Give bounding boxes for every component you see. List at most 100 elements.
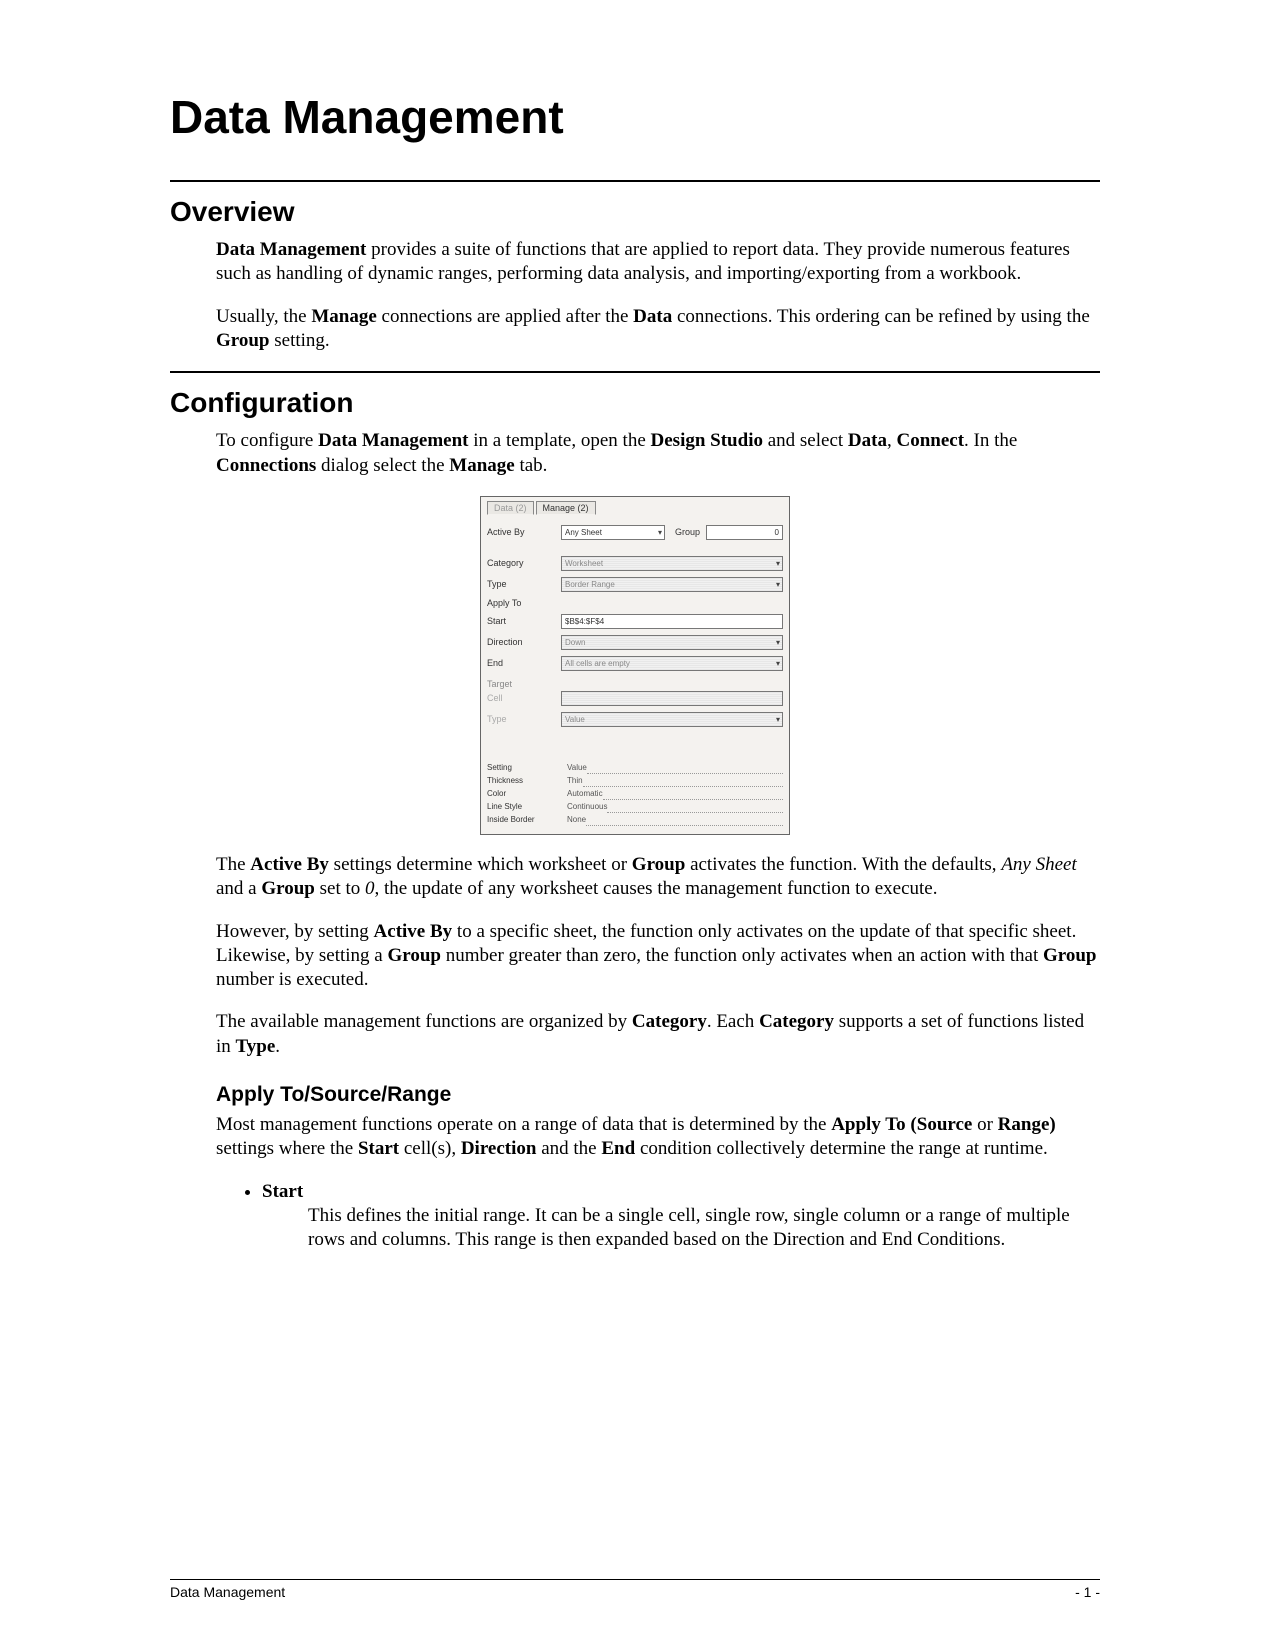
- text: or: [972, 1114, 997, 1135]
- text: Usually, the: [216, 306, 311, 327]
- label-line-style: Line Style: [487, 802, 561, 813]
- text: The available management functions are o…: [216, 1011, 632, 1032]
- text-bold: Group: [261, 878, 315, 899]
- bullet-text: This defines the initial range. It can b…: [308, 1204, 1100, 1253]
- text-bold: Group: [1043, 945, 1097, 966]
- settings-header: Setting Value: [487, 763, 783, 774]
- field-direction[interactable]: Down: [561, 635, 783, 650]
- field-cell[interactable]: [561, 691, 783, 706]
- col-value: Value: [567, 763, 587, 774]
- text-bold: Range): [998, 1114, 1056, 1135]
- footer-left: Data Management: [170, 1584, 285, 1600]
- apply-body: Most management functions operate on a r…: [216, 1113, 1100, 1162]
- label-end: End: [487, 658, 561, 668]
- config-p3: However, by setting Active By to a speci…: [216, 920, 1100, 993]
- row-type: Type Border Range: [487, 577, 783, 592]
- document-page: Data Management Overview Data Management…: [0, 0, 1275, 1650]
- label-active-by: Active By: [487, 527, 561, 537]
- text-bold: End: [601, 1138, 635, 1159]
- dialog-figure: Data (2) Manage (2) Active By Any Sheet …: [170, 496, 1100, 835]
- text-bold: Group: [216, 330, 270, 351]
- text: , the update of any worksheet causes the…: [375, 878, 938, 899]
- text: activates the function. With the default…: [685, 854, 1001, 875]
- text-bold: Type: [236, 1036, 276, 1057]
- label-target: Target: [487, 679, 783, 689]
- page-footer: Data Management - 1 -: [170, 1579, 1100, 1600]
- field-type2[interactable]: Value: [561, 712, 783, 727]
- heading-overview: Overview: [170, 196, 1100, 228]
- text-bold: Connect: [896, 430, 964, 451]
- text: settings where the: [216, 1138, 358, 1159]
- value-thickness: Thin: [567, 776, 583, 787]
- label-direction: Direction: [487, 637, 561, 647]
- text: number is executed.: [216, 969, 368, 990]
- row-category: Category Worksheet: [487, 556, 783, 571]
- text: and select: [763, 430, 848, 451]
- label-thickness: Thickness: [487, 776, 561, 787]
- text-italic: Any Sheet: [1001, 854, 1076, 875]
- text: . In the: [964, 430, 1017, 451]
- text: condition collectively determine the ran…: [635, 1138, 1048, 1159]
- field-group[interactable]: 0: [706, 525, 783, 540]
- label-apply-to: Apply To: [487, 598, 561, 608]
- row-thickness: Thickness Thin: [487, 776, 783, 787]
- row-cell: Cell: [487, 691, 783, 706]
- section-rule: [170, 371, 1100, 373]
- text: However, by setting: [216, 921, 374, 942]
- field-active-by[interactable]: Any Sheet: [561, 525, 665, 540]
- row-direction: Direction Down: [487, 635, 783, 650]
- label-type2: Type: [487, 714, 561, 724]
- text: number greater than zero, the function o…: [441, 945, 1043, 966]
- field-start[interactable]: $B$4:$F$4: [561, 614, 783, 629]
- text-bold: Design Studio: [651, 430, 763, 451]
- heading-apply-to: Apply To/Source/Range: [216, 1083, 1100, 1107]
- tab-manage[interactable]: Manage (2): [536, 501, 596, 515]
- config-p1: To configure Data Management in a templa…: [216, 429, 1100, 478]
- label-category: Category: [487, 558, 561, 568]
- text: .: [275, 1036, 280, 1057]
- text: connections. This ordering can be refine…: [672, 306, 1090, 327]
- text-bold: Connections: [216, 455, 316, 476]
- text: and a: [216, 878, 261, 899]
- tab-data[interactable]: Data (2): [487, 501, 534, 515]
- row-line-style: Line Style Continuous: [487, 802, 783, 813]
- row-inside-border: Inside Border None: [487, 815, 783, 826]
- text-bold: Active By: [374, 921, 453, 942]
- value-inside-border: None: [567, 815, 586, 826]
- label-color: Color: [487, 789, 561, 800]
- text-bold: Category: [632, 1011, 707, 1032]
- text-bold: Data: [848, 430, 887, 451]
- text-bold: Active By: [250, 854, 329, 875]
- text: . Each: [707, 1011, 759, 1032]
- text-bold: Direction: [461, 1138, 537, 1159]
- label-start: Start: [487, 616, 561, 626]
- field-category[interactable]: Worksheet: [561, 556, 783, 571]
- text: The: [216, 854, 250, 875]
- text-bold: Start: [358, 1138, 399, 1159]
- text: and the: [536, 1138, 601, 1159]
- config-p4: The available management functions are o…: [216, 1010, 1100, 1059]
- apply-p1: Most management functions operate on a r…: [216, 1113, 1100, 1162]
- text: set to: [315, 878, 365, 899]
- field-end[interactable]: All cells are empty: [561, 656, 783, 671]
- text-bold: Group: [632, 854, 686, 875]
- field-type[interactable]: Border Range: [561, 577, 783, 592]
- text: connections are applied after the: [377, 306, 633, 327]
- bullet-head: Start: [262, 1180, 1100, 1204]
- config-body: To configure Data Management in a templa…: [216, 429, 1100, 478]
- bullet-list: Start This defines the initial range. It…: [216, 1180, 1100, 1253]
- overview-body: Data Management provides a suite of func…: [216, 238, 1100, 353]
- col-setting: Setting: [487, 763, 561, 774]
- heading-configuration: Configuration: [170, 387, 1100, 419]
- text: cell(s),: [399, 1138, 461, 1159]
- dialog-tabs: Data (2) Manage (2): [487, 501, 783, 515]
- text-bold: Manage: [449, 455, 514, 476]
- text: To configure: [216, 430, 318, 451]
- text: setting.: [270, 330, 330, 351]
- text-bold: Category: [759, 1011, 834, 1032]
- text-bold: Manage: [311, 306, 376, 327]
- config-p2: The Active By settings determine which w…: [216, 853, 1100, 902]
- row-color: Color Automatic: [487, 789, 783, 800]
- text: Most management functions operate on a r…: [216, 1114, 831, 1135]
- label-type: Type: [487, 579, 561, 589]
